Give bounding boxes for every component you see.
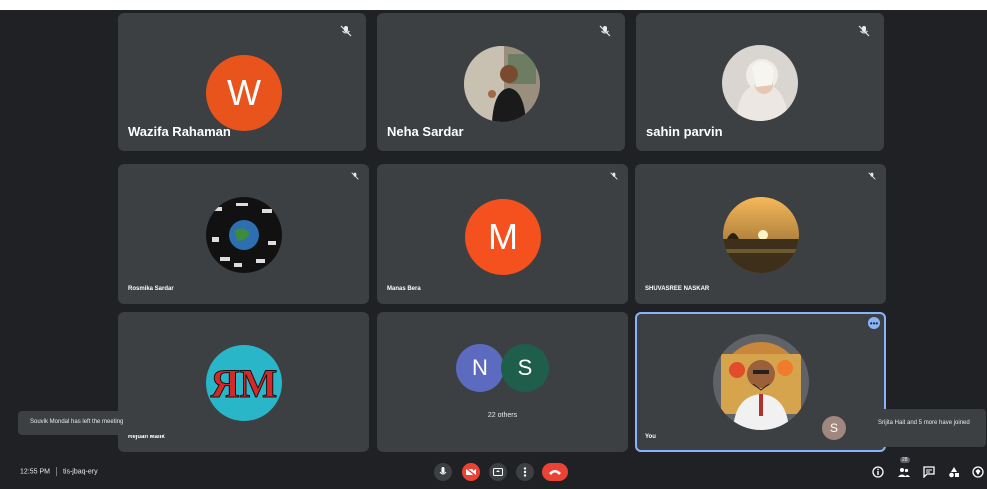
- meeting-code: tis-jbaq-ery: [62, 468, 98, 476]
- notification-text: Souvik Mondal has left the meeting: [30, 419, 124, 425]
- avatar-letter: S: [829, 421, 838, 435]
- avatar-photo: ЯM: [206, 345, 282, 421]
- avatar-photo: [713, 334, 809, 430]
- participant-tile[interactable]: M Manas Bera: [377, 164, 628, 304]
- mic-off-icon: [858, 25, 870, 37]
- activities-button[interactable]: [947, 465, 961, 479]
- activities-icon: [949, 467, 959, 478]
- host-controls-icon: [972, 466, 984, 478]
- mic-off-icon: [351, 172, 359, 180]
- participant-tile[interactable]: Rosmika Sardar: [118, 164, 369, 304]
- participant-name: Wazifa Rahaman: [128, 124, 231, 139]
- people-icon: [898, 468, 910, 477]
- participant-tile[interactable]: SHUVASREE NASKAR: [635, 164, 886, 304]
- more-icon: [523, 467, 527, 477]
- present-button[interactable]: [489, 463, 507, 481]
- mic-icon: [439, 467, 447, 475]
- chat-button[interactable]: [922, 465, 936, 479]
- camera-button[interactable]: [462, 463, 480, 481]
- people-count: 28: [900, 457, 910, 463]
- mic-off-icon: [868, 172, 876, 180]
- avatar-photo: [722, 45, 798, 121]
- others-count: 22 others: [487, 412, 518, 419]
- avatar-letter: N: [472, 355, 488, 380]
- participant-name: Rosmika Sardar: [128, 286, 174, 292]
- participant-name: Neha Sardar: [387, 124, 464, 139]
- avatar-letter: M: [488, 216, 518, 257]
- notification-text: Srijita Hait and 5 more have joined: [878, 420, 970, 426]
- notification-right: S Srijita Hait and 5 more have joined: [802, 409, 986, 447]
- present-icon: [493, 468, 503, 476]
- avatar: S: [822, 416, 846, 440]
- end-call-icon: [549, 470, 561, 475]
- top-band: [0, 0, 987, 10]
- camera-off-icon: [466, 468, 476, 476]
- mic-off-icon: [610, 172, 618, 180]
- participant-tile-others[interactable]: N S 22 others: [377, 312, 628, 452]
- meet-window: W Wazifa Rahaman Neha Sardar sahin parvi…: [0, 0, 987, 489]
- more-options-button[interactable]: [516, 463, 534, 481]
- avatar-photo: [723, 197, 799, 273]
- host-controls-button[interactable]: [971, 465, 985, 479]
- participant-name: SHUVASREE NASKAR: [645, 286, 710, 292]
- participant-name: You: [645, 434, 656, 440]
- notification-left: Souvik Mondal has left the meeting: [18, 411, 166, 435]
- info-button[interactable]: [871, 465, 885, 479]
- avatar-letter: W: [227, 72, 261, 113]
- participant-tile[interactable]: Neha Sardar: [377, 13, 625, 151]
- participant-name: Manas Bera: [387, 286, 421, 292]
- avatar: W: [206, 55, 282, 131]
- avatar: N: [456, 344, 504, 392]
- participant-tile[interactable]: sahin parvin: [636, 13, 884, 151]
- mic-off-icon: [599, 25, 611, 37]
- avatar: M: [465, 199, 541, 275]
- end-call-button[interactable]: [542, 463, 568, 481]
- info-icon: [872, 466, 884, 478]
- avatar-photo: [206, 197, 282, 273]
- more-options-badge[interactable]: •••: [868, 317, 880, 329]
- meeting-info: 12:55 PM tis-jbaq-ery: [20, 467, 98, 476]
- participant-tile[interactable]: W Wazifa Rahaman: [118, 13, 366, 151]
- meeting-time: 12:55 PM: [20, 468, 50, 476]
- avatar-photo: [464, 46, 540, 122]
- svg-text:ЯM: ЯM: [211, 361, 278, 406]
- participant-name: sahin parvin: [646, 124, 723, 139]
- mic-button[interactable]: [434, 463, 452, 481]
- divider: [55, 467, 57, 476]
- people-button[interactable]: 28: [897, 457, 911, 479]
- avatar-letter: S: [517, 355, 533, 380]
- chat-icon: [923, 466, 935, 478]
- bottom-bar: 12:55 PM tis-jbaq-ery 28: [0, 457, 987, 489]
- avatar: S: [501, 344, 549, 392]
- mic-off-icon: [340, 25, 352, 37]
